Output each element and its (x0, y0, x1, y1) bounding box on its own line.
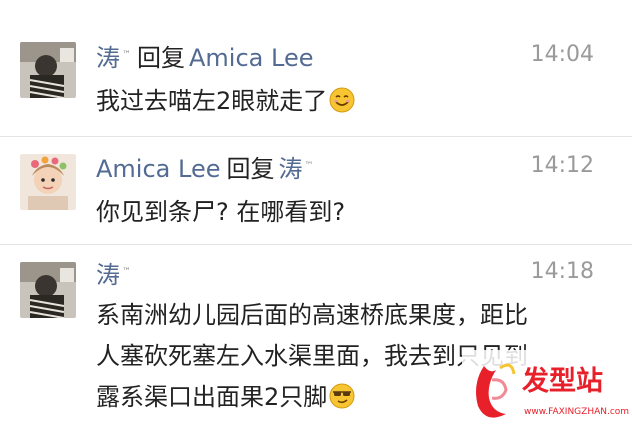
target-badge: ™ (304, 161, 314, 171)
reply-target-link[interactable]: Amica Lee (189, 44, 313, 72)
reply-label: 回复 (226, 155, 275, 183)
reply-target-link[interactable]: 涛 (278, 155, 302, 183)
comment-line: 系南洲幼儿园后面的高速桥底果度，距比 (96, 301, 528, 329)
timestamp: 14:18 (530, 259, 594, 284)
comment-item[interactable]: 涛 ™ 回复 Amica Lee 14:04 我过去喵左2眼就走了 (0, 20, 632, 137)
smile-emoji-icon (329, 87, 355, 113)
comment-header: Amica Lee 回复涛 ™ (96, 151, 313, 184)
username-link[interactable]: 涛 (96, 44, 120, 72)
site-watermark: 发型站 www.FAXINGZHAN.com (462, 350, 632, 431)
avatar[interactable] (20, 262, 76, 318)
watermark-brand: 发型站 (521, 365, 603, 397)
comment-feed: 涛 ™ 回复 Amica Lee 14:04 我过去喵左2眼就走了 Amica … (0, 0, 632, 431)
top-edge (0, 0, 632, 18)
sunglasses-emoji-icon (329, 383, 355, 409)
comment-line: 你见到条尸? 在哪看到? (96, 198, 346, 226)
user-badge: ™ (122, 50, 131, 60)
timestamp: 14:12 (530, 153, 594, 178)
avatar[interactable] (20, 154, 76, 210)
watermark-url: www.FAXINGZHAN.com (524, 407, 629, 417)
reply-label: 回复 (137, 44, 185, 72)
timestamp: 14:04 (530, 42, 594, 67)
comment-text: 我过去喵左2眼就走了 (96, 81, 606, 122)
comment-line: 我过去喵左2眼就走了 (96, 87, 328, 115)
user-badge: ™ (122, 267, 131, 277)
username-link[interactable]: 涛 (96, 261, 120, 289)
username-link[interactable]: Amica Lee (96, 155, 220, 183)
comment-item[interactable]: Amica Lee 回复涛 ™ 14:12 你见到条尸? 在哪看到? (0, 137, 632, 245)
comment-text: 你见到条尸? 在哪看到? (96, 192, 606, 233)
comment-header: 涛 ™ (96, 257, 131, 290)
avatar[interactable] (20, 42, 76, 98)
comment-header: 涛 ™ 回复 Amica Lee (96, 40, 313, 73)
